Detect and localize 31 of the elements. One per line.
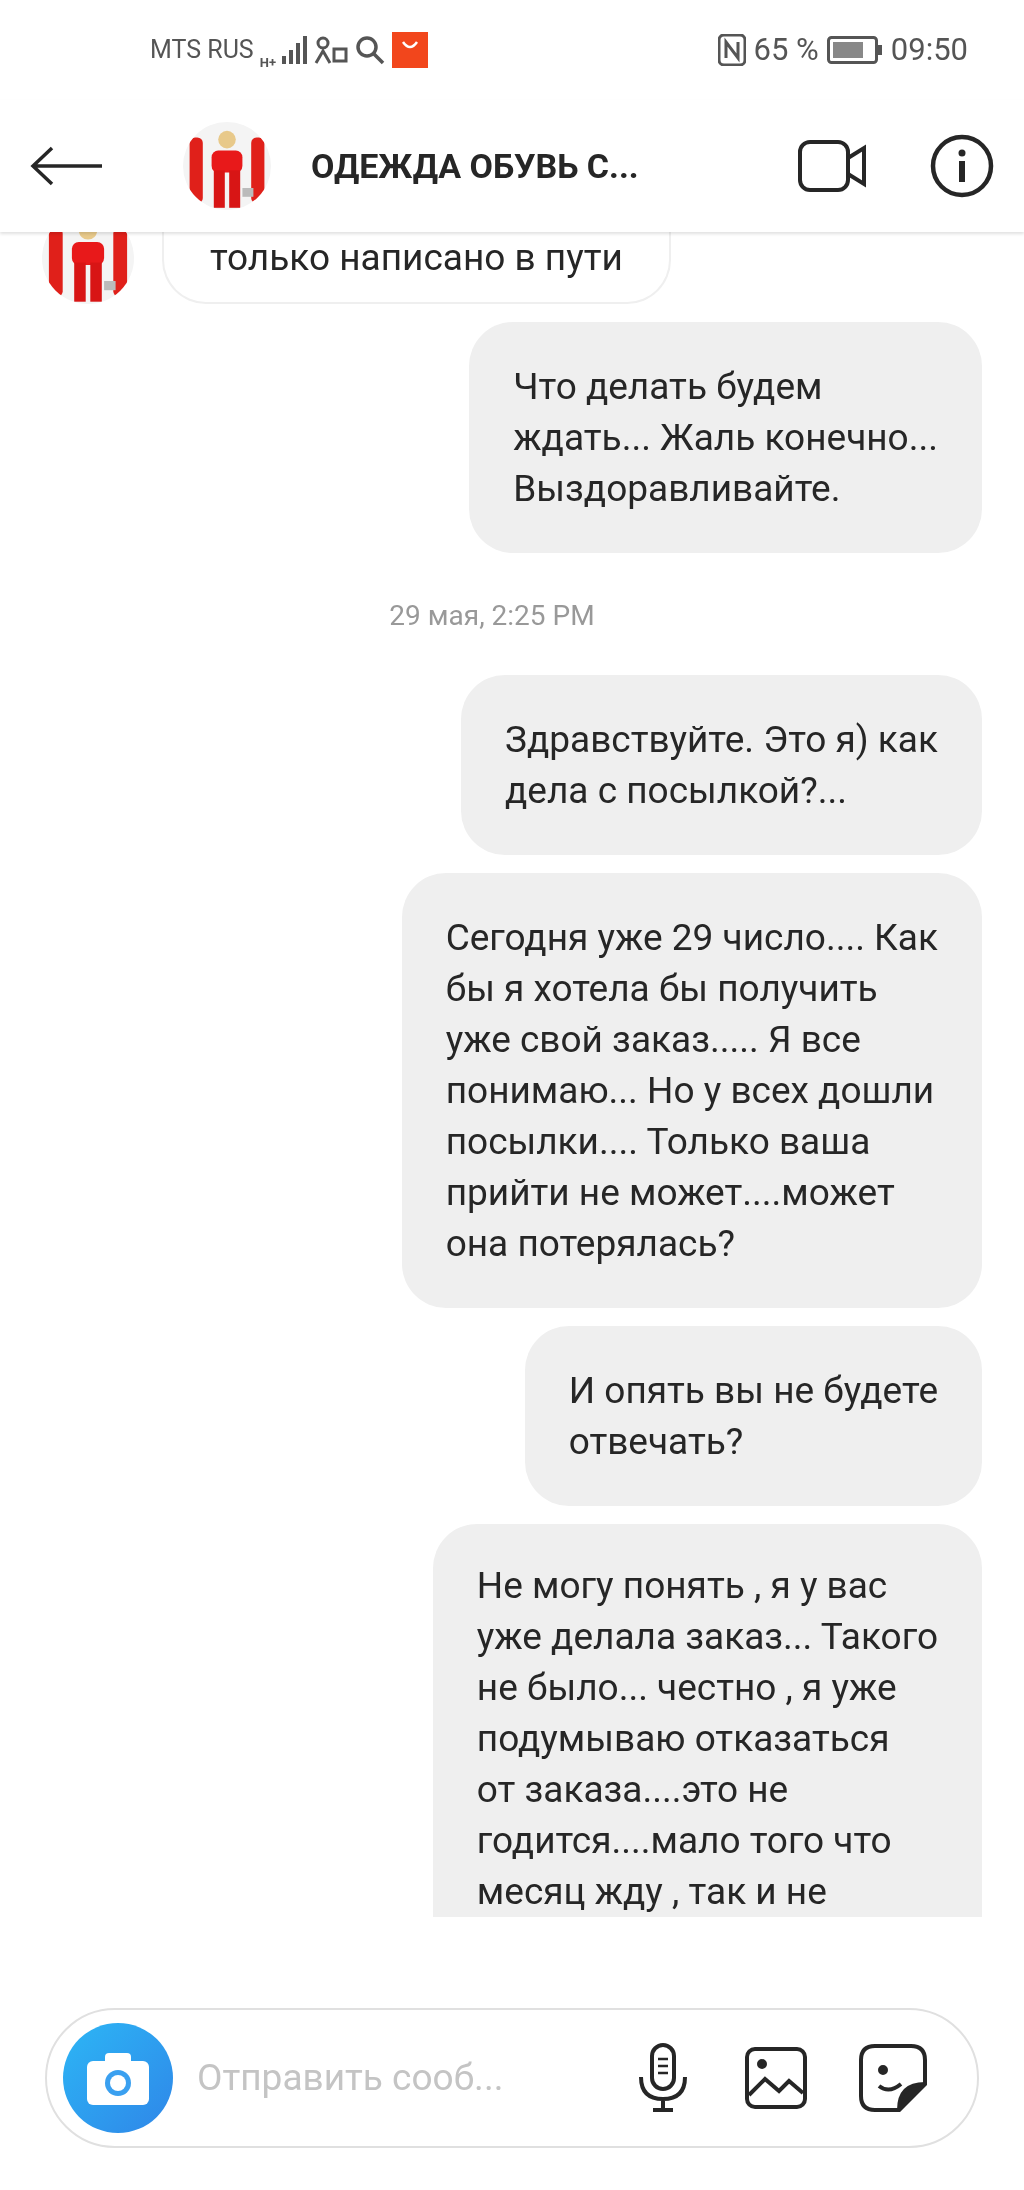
video-call-button[interactable] [798, 140, 868, 192]
nfc-icon [717, 34, 746, 66]
message-bubble: Не могу понять , я у вас уже делала заказ... Такого не было... честно , я уже подумываю отказаться от заказа....это не годится....мало того что месяц жду , так и не [432, 1524, 982, 1917]
message-input[interactable]: Отправить сооб... [197, 2050, 617, 2106]
microphone-icon [637, 2043, 689, 2113]
clock-time: 09:50 [890, 29, 968, 70]
person-icon [313, 35, 348, 65]
message-bubble: Что делать будем ждать... Жаль конечно... Выздоравливайте. [469, 322, 982, 553]
signal-icon [281, 36, 308, 64]
network-type: H+ [259, 54, 276, 73]
back-arrow-icon [30, 145, 104, 187]
info-icon [930, 134, 994, 198]
message-bubble: Здравствуйте. Это я) как дела с посылкой?... [461, 675, 982, 855]
battery-icon [826, 36, 883, 64]
info-button[interactable] [930, 134, 994, 198]
message-timestamp: 29 мая, 2:25 PM [389, 598, 595, 634]
message-bubble: только написано в пути [162, 232, 671, 304]
search-icon [353, 34, 386, 66]
voice-button[interactable] [637, 2043, 689, 2113]
chat-title: ОДЕЖДА ОБУВЬ С... [311, 144, 639, 188]
message-bubble: И опять вы не будете отвечать? [524, 1326, 982, 1506]
image-icon [745, 2047, 807, 2109]
battery-percent: 65 % [753, 29, 819, 70]
gallery-button[interactable] [745, 2047, 807, 2109]
sticker-icon [859, 2044, 927, 2112]
shopping-app-icon [391, 32, 428, 68]
carrier-name: MTS RUS [150, 34, 254, 67]
camera-icon [87, 2051, 149, 2105]
video-camera-icon [798, 140, 868, 192]
sticker-button[interactable] [859, 2044, 927, 2112]
message-bubble: Сегодня уже 29 число.... Как бы я хотела бы получить уже свой заказ..... Я все понимаю... Но у всех дошли посылки.... Только ваша прийти не может....может она потерялась? [401, 873, 982, 1308]
